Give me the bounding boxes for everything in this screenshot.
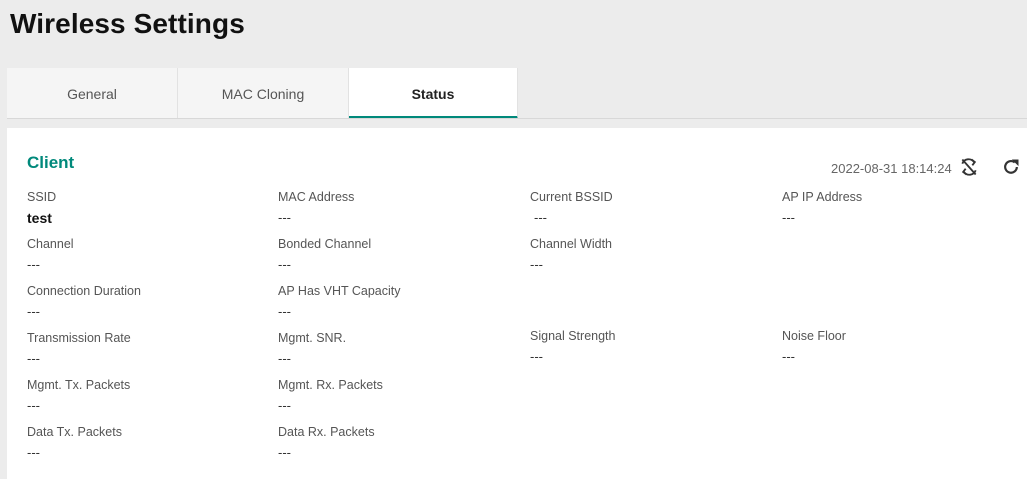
field-label: Transmission Rate: [27, 331, 131, 345]
field-value: ---: [27, 398, 40, 413]
field-noise-floor: Noise Floor ---: [782, 329, 846, 364]
sync-off-icon[interactable]: [958, 156, 980, 178]
field-transmission-rate: Transmission Rate ---: [27, 331, 131, 366]
tab-divider: [7, 118, 1027, 119]
field-label: Channel: [27, 237, 74, 251]
field-channel-width: Channel Width ---: [530, 237, 612, 272]
field-value: ---: [278, 398, 291, 413]
field-data-rx-packets: Data Rx. Packets ---: [278, 425, 375, 460]
refresh-icon-graphic: [1004, 159, 1019, 174]
field-current-bssid: Current BSSID ---: [530, 190, 613, 225]
field-mgmt-snr: Mgmt. SNR. ---: [278, 331, 346, 366]
field-value: test: [27, 210, 52, 226]
page-title: Wireless Settings: [10, 8, 245, 39]
field-value: ---: [27, 257, 40, 272]
field-value: ---: [278, 304, 291, 319]
field-label: Channel Width: [530, 237, 612, 251]
tab-mac-cloning[interactable]: MAC Cloning: [178, 68, 349, 119]
sync-off-icon-graphic: [961, 158, 977, 176]
field-value: ---: [530, 349, 543, 364]
field-label: Connection Duration: [27, 284, 141, 298]
status-panel: Client 2022-08-31 18:14:24 SSID test MAC…: [7, 128, 1027, 479]
field-label: Mgmt. Rx. Packets: [278, 378, 383, 392]
field-value: ---: [530, 257, 543, 272]
field-value: ---: [278, 210, 291, 225]
field-channel: Channel ---: [27, 237, 74, 272]
field-bonded-channel: Bonded Channel ---: [278, 237, 371, 272]
field-label: MAC Address: [278, 190, 355, 204]
field-value: ---: [27, 351, 40, 366]
section-title-client: Client: [27, 153, 75, 172]
field-value: ---: [782, 349, 795, 364]
field-label: AP Has VHT Capacity: [278, 284, 401, 298]
field-label: Noise Floor: [782, 329, 846, 343]
last-updated-timestamp: 2022-08-31 18:14:24: [831, 161, 952, 176]
field-mgmt-rx-packets: Mgmt. Rx. Packets ---: [278, 378, 383, 413]
field-value: ---: [278, 351, 291, 366]
field-value: ---: [27, 304, 40, 319]
field-value: ---: [782, 210, 795, 225]
refresh-icon[interactable]: [1000, 156, 1022, 178]
field-ap-vht-capacity: AP Has VHT Capacity ---: [278, 284, 401, 319]
field-label: Data Rx. Packets: [278, 425, 375, 439]
field-label: Bonded Channel: [278, 237, 372, 251]
field-data-tx-packets: Data Tx. Packets ---: [27, 425, 122, 460]
field-value: ---: [278, 257, 291, 272]
field-value: ---: [27, 445, 40, 460]
tab-general[interactable]: General: [7, 68, 178, 119]
field-label: Mgmt. Tx. Packets: [27, 378, 131, 392]
field-label: Current BSSID: [530, 190, 613, 204]
field-label: Mgmt. SNR.: [278, 331, 347, 345]
field-label: Signal Strength: [530, 329, 616, 343]
field-value: ---: [278, 445, 291, 460]
field-label: Data Tx. Packets: [27, 425, 122, 439]
field-ssid: SSID test: [27, 190, 56, 226]
tab-bar: General MAC Cloning Status: [7, 68, 518, 119]
field-connection-duration: Connection Duration ---: [27, 284, 141, 319]
field-ap-ip-address: AP IP Address ---: [782, 190, 862, 225]
field-mgmt-tx-packets: Mgmt. Tx. Packets ---: [27, 378, 130, 413]
field-value: ---: [534, 210, 547, 225]
field-label: SSID: [27, 190, 57, 204]
field-mac-address: MAC Address ---: [278, 190, 354, 225]
tab-status[interactable]: Status: [349, 68, 518, 119]
field-signal-strength: Signal Strength ---: [530, 329, 615, 364]
field-label: AP IP Address: [782, 190, 863, 204]
